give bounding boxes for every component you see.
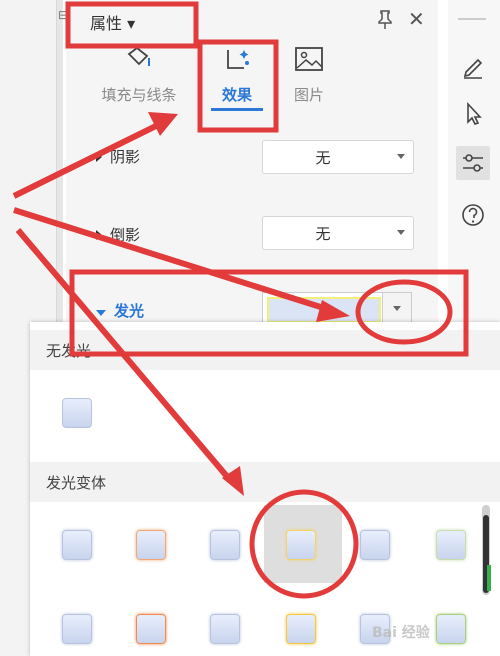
picture-icon (295, 47, 323, 71)
glow-variant-option[interactable] (210, 530, 240, 560)
pointer-icon[interactable] (456, 96, 490, 130)
glow-preview-swatch (267, 297, 381, 323)
fill-line-icon (127, 46, 150, 66)
expand-triangle-icon (96, 230, 102, 240)
glow-variant-option[interactable] (436, 614, 466, 644)
glow-variant-option[interactable] (136, 614, 166, 644)
panel-title-dropdown[interactable]: 属性 ▾ (90, 10, 135, 34)
glow-row-label[interactable]: 发光 (96, 300, 144, 321)
toolbar-divider (458, 18, 486, 20)
glow-variant-option[interactable] (286, 614, 316, 644)
chevron-down-icon (393, 306, 401, 311)
reflection-value: 无 (315, 225, 331, 243)
close-icon[interactable]: ✕ (408, 8, 425, 30)
glow-variant-option[interactable] (436, 530, 466, 560)
glow-variant-option[interactable] (62, 614, 92, 644)
section-header-no-glow: 无发光 (30, 330, 500, 370)
tab-picture[interactable]: 图片 (264, 46, 354, 116)
pin-icon[interactable] (374, 8, 396, 30)
glow-variant-option[interactable] (62, 530, 92, 560)
no-glow-option[interactable] (62, 398, 92, 428)
reflection-label-text: 倒影 (110, 226, 141, 244)
vertical-ruler (56, 0, 63, 330)
active-tab-indicator (211, 108, 263, 111)
expand-triangle-icon (96, 152, 102, 162)
effect-icon (227, 50, 249, 69)
collapse-triangle-icon (96, 310, 106, 316)
watermark: Bai 经验 (372, 625, 430, 641)
tab-label: 填充与线条 (101, 86, 177, 104)
pen-icon[interactable] (456, 48, 490, 82)
glow-dropdown-arrow[interactable] (382, 293, 411, 325)
glow-variant-option[interactable] (210, 614, 240, 644)
reflection-dropdown[interactable]: 无 (262, 216, 414, 250)
chevron-down-icon (397, 154, 405, 159)
glow-variant-option[interactable] (360, 530, 390, 560)
glow-variant-option[interactable] (286, 530, 316, 560)
section-title: 发光变体 (46, 474, 107, 492)
shadow-value: 无 (315, 149, 331, 167)
tab-fill-line[interactable]: 填充与线条 (94, 46, 184, 116)
tab-label: 图片 (293, 86, 324, 104)
chevron-down-icon (397, 230, 405, 235)
shadow-dropdown[interactable]: 无 (262, 140, 414, 174)
shadow-row-label[interactable]: 阴影 (96, 146, 140, 167)
glow-label-text: 发光 (114, 302, 145, 320)
glow-variant-option[interactable] (136, 530, 166, 560)
properties-toolbar-button[interactable] (456, 146, 490, 180)
section-title: 无发光 (46, 342, 92, 360)
glow-dropdown[interactable] (262, 292, 412, 326)
shadow-label-text: 阴影 (110, 148, 141, 166)
section-header-glow-variants: 发光变体 (30, 462, 500, 502)
scroll-indicator (487, 565, 491, 591)
reflection-row-label[interactable]: 倒影 (96, 224, 140, 245)
sliders-icon (463, 154, 483, 172)
help-icon[interactable] (456, 198, 490, 232)
